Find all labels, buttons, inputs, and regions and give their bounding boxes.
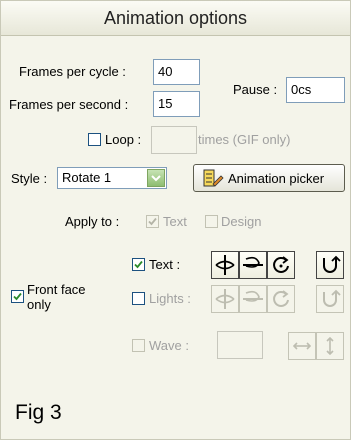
lights-flip-horizontal-icon[interactable] [239, 285, 267, 313]
horizontal-arrows-icon[interactable] [288, 332, 316, 360]
picker-icon [202, 168, 224, 191]
lights-rotate-circular-icon[interactable] [267, 285, 295, 313]
loop-suffix-label: times (GIF only) [198, 132, 291, 147]
frames-per-cycle-label: Frames per cycle : [19, 64, 126, 79]
text-anim-checkbox[interactable] [132, 258, 145, 271]
style-select[interactable]: Rotate 1 [57, 167, 167, 189]
apply-to-label: Apply to : [65, 214, 120, 229]
front-face-label-line2: only [27, 297, 51, 312]
rotate-horizontal-icon[interactable] [211, 251, 239, 279]
lights-u-turn-icon[interactable] [316, 285, 344, 313]
wave-label: Wave : [149, 338, 189, 353]
style-label: Style : [11, 171, 48, 186]
frames-per-cycle-input[interactable]: 40 [153, 59, 200, 85]
rotate-circular-icon[interactable] [267, 251, 295, 279]
u-turn-icon[interactable] [316, 251, 344, 279]
flip-horizontal-icon[interactable] [239, 251, 267, 279]
animation-picker-button[interactable]: Animation picker [193, 164, 345, 192]
figure-caption: Fig 3 [15, 401, 62, 424]
apply-text-checkbox[interactable] [146, 215, 159, 228]
lights-checkbox[interactable] [132, 292, 145, 305]
style-select-value: Rotate 1 [62, 170, 112, 185]
animation-picker-label: Animation picker [228, 171, 325, 186]
wave-input[interactable] [217, 331, 263, 359]
loop-times-input[interactable] [151, 126, 197, 154]
text-anim-label: Text : [149, 257, 181, 272]
lights-rotate-horizontal-icon[interactable] [211, 285, 239, 313]
chevron-down-icon[interactable] [147, 169, 165, 187]
wave-checkbox[interactable] [132, 339, 145, 352]
apply-design-label: Design [221, 214, 262, 229]
loop-checkbox[interactable] [88, 133, 101, 146]
pause-label: Pause : [233, 82, 278, 97]
animation-options-panel: Animation options Frames per cycle : 40 … [0, 0, 351, 440]
pause-input[interactable]: 0cs [286, 77, 345, 103]
vertical-arrows-icon[interactable] [316, 332, 344, 360]
frames-per-second-label: Frames per second : [9, 97, 129, 112]
front-face-label: Front face [27, 282, 86, 297]
apply-design-checkbox[interactable] [205, 215, 218, 228]
panel-title: Animation options [1, 1, 350, 36]
loop-label: Loop : [105, 132, 142, 147]
frames-per-second-input[interactable]: 15 [153, 91, 200, 117]
front-face-checkbox[interactable] [11, 290, 24, 303]
lights-label: Lights : [149, 291, 191, 306]
apply-text-label: Text [163, 214, 187, 229]
